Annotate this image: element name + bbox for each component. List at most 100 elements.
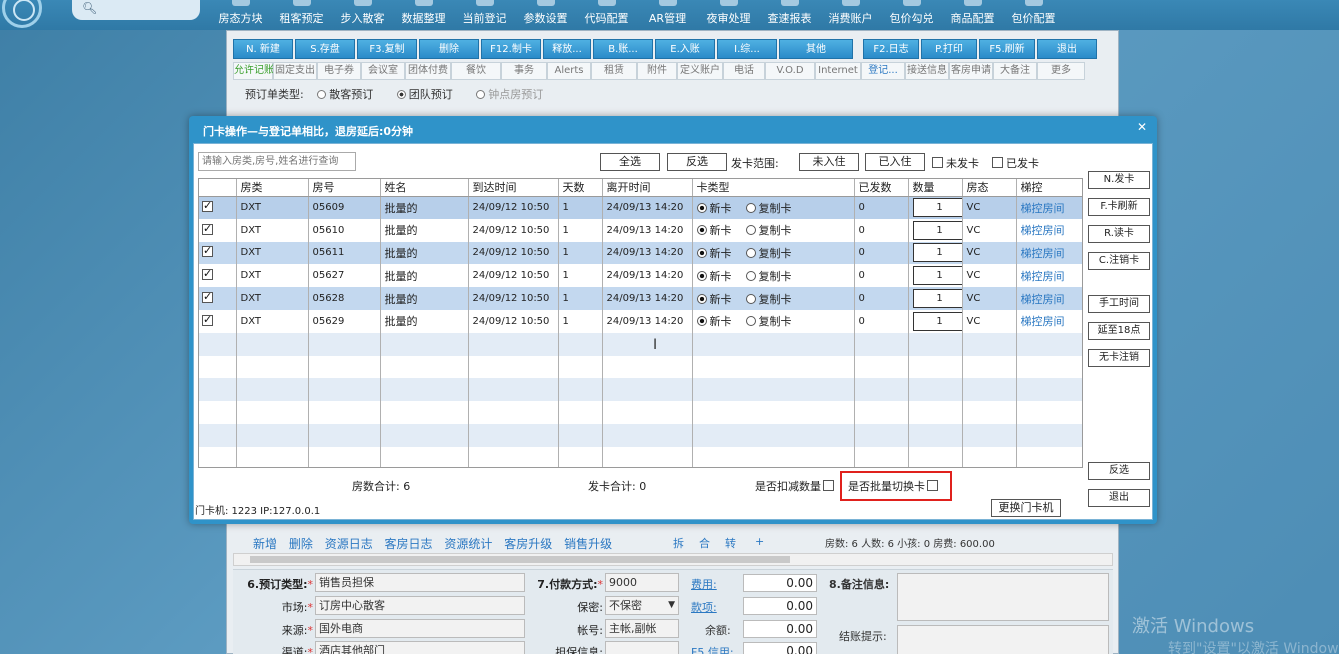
top-menu-item[interactable]: 夜审处理 <box>698 0 759 30</box>
copy-card-radio[interactable]: 复制卡 <box>745 315 792 328</box>
extend-18-button[interactable]: 延至18点 <box>1088 322 1150 340</box>
copy-card-radio[interactable]: 复制卡 <box>745 202 792 215</box>
detail-tab[interactable]: 更多 <box>1037 62 1085 80</box>
detail-tab[interactable]: 固定支出 <box>273 62 317 80</box>
remark-field[interactable] <box>897 573 1109 621</box>
quantity-input[interactable]: 1 <box>912 289 961 309</box>
top-menu-item[interactable]: 代码配置 <box>576 0 637 30</box>
read-card-button[interactable]: R.读卡 <box>1088 225 1150 243</box>
link-transfer[interactable]: 转 <box>725 535 736 551</box>
quantity-input[interactable]: 1 <box>912 198 961 218</box>
table-row[interactable]: DXT05627批量的24/09/12 10:50124/09/13 14:20… <box>199 264 1082 288</box>
cardless-cancel-button[interactable]: 无卡注销 <box>1088 349 1150 367</box>
quantity-input[interactable]: 1 <box>912 311 961 331</box>
credit-link[interactable]: F5.信用: <box>691 644 734 654</box>
detail-tab[interactable]: 大备注 <box>993 62 1037 80</box>
detail-tab[interactable]: 租赁 <box>591 62 637 80</box>
detail-tab[interactable]: 接送信息 <box>905 62 949 80</box>
source-field[interactable]: 国外电商 <box>315 619 525 638</box>
order-type-field[interactable]: 销售员担保 <box>315 573 525 592</box>
channel-field[interactable]: 酒店其他部门 <box>315 641 525 654</box>
toolbar-button[interactable]: 退出 <box>1037 39 1097 59</box>
link-sales-upgrade[interactable]: 销售升级 <box>564 537 612 551</box>
copy-card-radio[interactable]: 复制卡 <box>745 293 792 306</box>
elevator-room-link[interactable]: 梯控房间 <box>1021 293 1065 306</box>
row-select-checkbox[interactable] <box>199 218 237 242</box>
toolbar-button[interactable]: F12.制卡 <box>481 39 541 59</box>
room-filter-input[interactable] <box>198 152 356 171</box>
checkout-hint-field[interactable] <box>897 625 1109 654</box>
quantity-input[interactable]: 1 <box>912 220 961 240</box>
deduct-quantity-checkbox[interactable]: 是否扣减数量 <box>755 478 837 494</box>
row-select-checkbox[interactable] <box>199 196 237 219</box>
guarantee-field[interactable] <box>605 641 679 654</box>
detail-tab[interactable]: V.O.D <box>765 62 815 80</box>
market-field[interactable]: 订房中心散客 <box>315 596 525 615</box>
toolbar-button[interactable]: 删除 <box>419 39 479 59</box>
top-menu-item[interactable]: 商品配置 <box>942 0 1003 30</box>
elevator-room-link[interactable]: 梯控房间 <box>1021 247 1065 260</box>
order-type-group[interactable]: 团队预订 <box>396 88 463 101</box>
toolbar-button[interactable]: 释放... <box>543 39 591 59</box>
search-box[interactable]: 🔍︎ <box>72 0 200 20</box>
toolbar-button[interactable]: P.打印 <box>921 39 977 59</box>
toolbar-button[interactable]: 其他 <box>779 39 853 59</box>
copy-card-radio[interactable]: 复制卡 <box>745 247 792 260</box>
secret-select[interactable]: 不保密 ▼ <box>605 596 679 615</box>
detail-tab[interactable]: 附件 <box>637 62 677 80</box>
link-add[interactable]: 新增 <box>253 537 277 551</box>
new-card-radio[interactable]: 新卡 <box>696 224 732 237</box>
toolbar-button[interactable]: F3.复制 <box>357 39 417 59</box>
detail-tab[interactable]: Internet <box>815 62 861 80</box>
detail-tab[interactable]: 登记... <box>861 62 905 80</box>
invert-button[interactable]: 反选 <box>1088 462 1150 480</box>
elevator-room-link[interactable]: 梯控房间 <box>1021 315 1065 328</box>
detail-tab[interactable]: 定义账户 <box>677 62 723 80</box>
order-type-walkin[interactable]: 散客预订 <box>317 88 383 101</box>
detail-tab[interactable]: 电子券 <box>317 62 361 80</box>
order-type-hourly[interactable]: 钟点房预订 <box>476 88 553 101</box>
link-split[interactable]: 拆 <box>673 535 684 551</box>
checked-in-button[interactable]: 已入住 <box>865 153 925 171</box>
quantity-input[interactable]: 1 <box>912 243 961 263</box>
link-resource-log[interactable]: 资源日志 <box>325 537 373 551</box>
detail-tab[interactable]: 允许记账 <box>233 62 274 80</box>
top-menu-item[interactable]: 参数设置 <box>515 0 576 30</box>
toolbar-button[interactable]: F5.刷新 <box>979 39 1035 59</box>
toolbar-button[interactable]: F2.日志 <box>863 39 919 59</box>
change-card-machine-button[interactable]: 更换门卡机 <box>991 499 1061 517</box>
toolbar-button[interactable]: N. 新建 <box>233 39 293 59</box>
toolbar-button[interactable]: B.账... <box>593 39 653 59</box>
pay-field[interactable]: 9000 <box>605 573 679 592</box>
elevator-room-link[interactable]: 梯控房间 <box>1021 202 1065 215</box>
top-menu-item[interactable]: 数据整理 <box>393 0 454 30</box>
not-checked-in-button[interactable]: 未入住 <box>799 153 859 171</box>
cancel-card-button[interactable]: C.注销卡 <box>1088 252 1150 270</box>
detail-tab[interactable]: 事务 <box>501 62 547 80</box>
fee-link[interactable]: 费用: <box>691 576 717 592</box>
exit-button[interactable]: 退出 <box>1088 489 1150 507</box>
invert-select-button[interactable]: 反选 <box>667 153 727 171</box>
top-menu-item[interactable]: 房态方块 <box>210 0 271 30</box>
top-menu-item[interactable]: 租客预定 <box>271 0 332 30</box>
toolbar-button[interactable]: S.存盘 <box>295 39 355 59</box>
top-menu-item[interactable]: 查速报表 <box>759 0 820 30</box>
detail-tab[interactable]: Alerts <box>547 62 591 80</box>
table-row[interactable]: DXT05628批量的24/09/12 10:50124/09/13 14:20… <box>199 287 1082 310</box>
toolbar-button[interactable]: I.综... <box>717 39 777 59</box>
link-room-upgrade[interactable]: 客房升级 <box>504 537 552 551</box>
new-card-radio[interactable]: 新卡 <box>696 202 732 215</box>
quantity-input[interactable]: 1 <box>912 266 961 286</box>
top-menu-item[interactable]: 步入散客 <box>332 0 393 30</box>
new-card-radio[interactable]: 新卡 <box>696 270 732 283</box>
close-icon[interactable]: ✕ <box>1137 120 1147 134</box>
detail-tab[interactable]: 客房申请 <box>949 62 993 80</box>
detail-tab[interactable]: 会议室 <box>361 62 405 80</box>
table-row[interactable]: DXT05609批量的24/09/12 10:50124/09/13 14:20… <box>199 196 1082 219</box>
top-menu-item[interactable]: 当前登记 <box>454 0 515 30</box>
table-row[interactable]: DXT05611批量的24/09/12 10:50124/09/13 14:20… <box>199 241 1082 265</box>
account-field[interactable]: 主帐,副帐 <box>605 619 679 638</box>
top-menu-item[interactable]: 包价勾兑 <box>881 0 942 30</box>
deposit-link[interactable]: 款项: <box>691 599 717 615</box>
row-select-checkbox[interactable] <box>199 241 237 265</box>
